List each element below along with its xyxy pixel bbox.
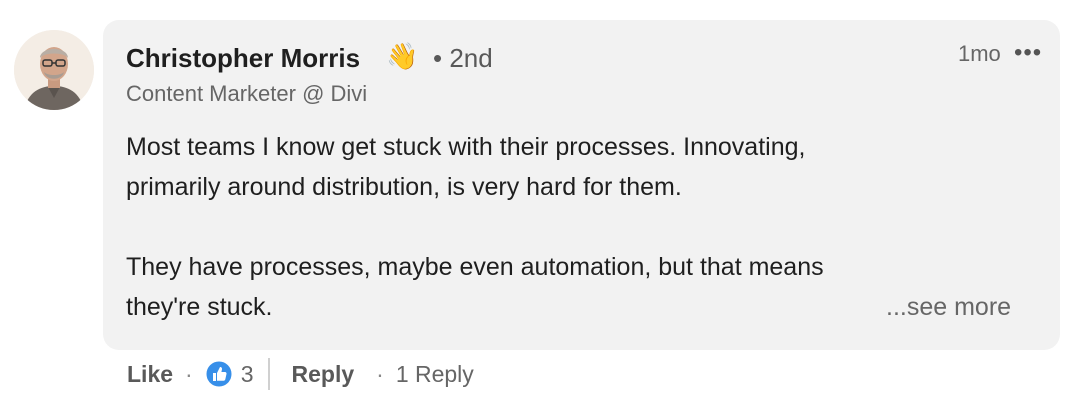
divider bbox=[267, 358, 270, 390]
comment-text-line: They have processes, maybe even automati… bbox=[126, 253, 824, 281]
thumbs-up-reaction-icon[interactable] bbox=[205, 360, 233, 388]
separator-dot: · bbox=[185, 360, 193, 387]
like-count[interactable]: 3 bbox=[241, 361, 254, 388]
comment-timestamp: 1mo bbox=[958, 41, 1001, 66]
like-button[interactable]: Like bbox=[127, 361, 173, 388]
comment-body: Most teams I know get stuck with their p… bbox=[126, 127, 946, 327]
comment-actions: Like · 3 Reply · 1 Reply bbox=[127, 356, 474, 392]
author-headline: Content Marketer @ Divi bbox=[126, 81, 368, 106]
comment-text-line: they're stuck. bbox=[126, 293, 273, 321]
separator-dot: · bbox=[376, 360, 384, 387]
ellipsis-icon[interactable]: ••• bbox=[1014, 41, 1042, 65]
connection-degree: • 2nd bbox=[433, 43, 493, 73]
comment-text-line: Most teams I know get stuck with their p… bbox=[126, 133, 806, 161]
comment-text-line: primarily around distribution, is very h… bbox=[126, 173, 682, 201]
comment: Christopher Morris 👋 • 2nd Content Marke… bbox=[0, 0, 1082, 402]
reply-button[interactable]: Reply bbox=[292, 361, 355, 388]
comment-bubble: Christopher Morris 👋 • 2nd Content Marke… bbox=[103, 20, 1060, 350]
replies-count-link[interactable]: 1 Reply bbox=[396, 361, 474, 388]
avatar[interactable] bbox=[14, 30, 94, 110]
waving-hand-icon: 👋 bbox=[386, 41, 419, 71]
see-more-link[interactable]: ...see more bbox=[886, 290, 1011, 324]
avatar-photo bbox=[14, 30, 94, 110]
author-name[interactable]: Christopher Morris bbox=[126, 42, 360, 74]
